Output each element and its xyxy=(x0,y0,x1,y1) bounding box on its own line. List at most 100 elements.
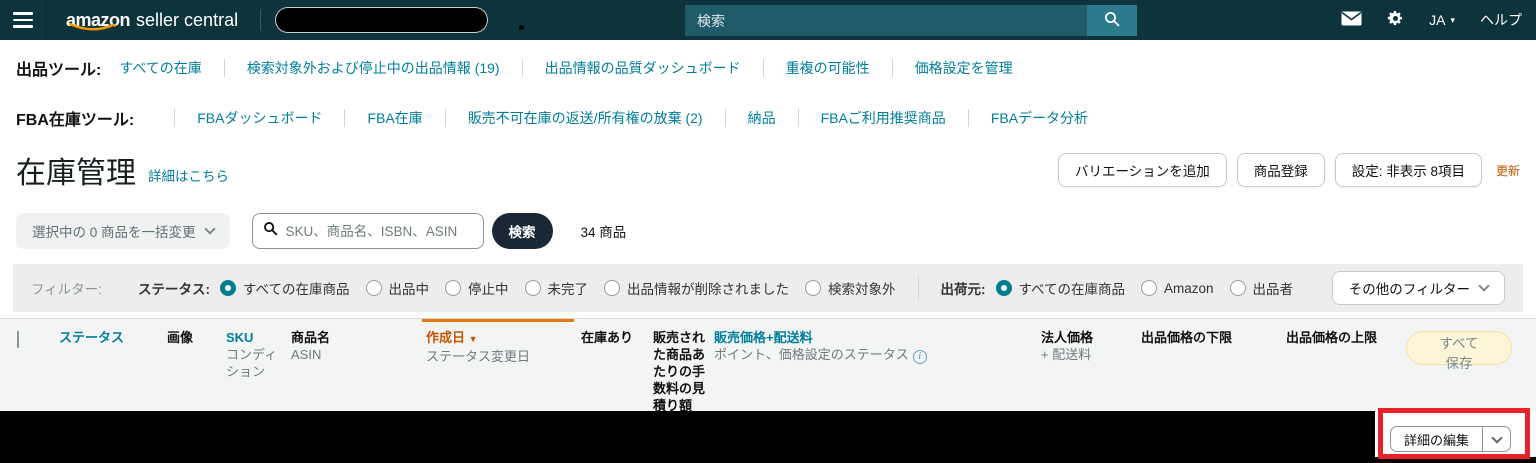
listing-tools-row: 出品ツール: すべての在庫 検索対象外および停止中の出品情報 (19) 出品情報… xyxy=(0,40,1536,95)
amazon-seller-central-logo[interactable]: amazon seller central xyxy=(66,10,238,31)
bulk-action-label: 選択中の 0 商品を一括変更 xyxy=(32,225,196,240)
inventory-search xyxy=(251,213,484,249)
column-price-shipping-label[interactable]: 販売価格+配送料 xyxy=(714,329,1033,346)
filter-bar: フィルター: ステータス: すべての在庫商品 出品中 停止中 未完了 出品情報が… xyxy=(13,264,1523,312)
hamburger-menu-icon[interactable] xyxy=(0,0,46,40)
bulk-action-dropdown[interactable]: 選択中の 0 商品を一括変更 xyxy=(16,213,230,249)
link-all-inventory[interactable]: すべての在庫 xyxy=(119,58,201,78)
radio-label: 未完了 xyxy=(547,282,589,297)
info-icon[interactable]: i xyxy=(912,350,927,364)
divider xyxy=(344,108,346,127)
radio-icon xyxy=(604,280,620,296)
column-sku-label[interactable]: SKU xyxy=(226,329,283,346)
fulfillment-radio-all[interactable]: すべての在庫商品 xyxy=(995,278,1126,298)
refresh-link[interactable]: 更新 xyxy=(1496,162,1520,179)
column-business-price: 法人価格 + 配送料 xyxy=(1039,319,1139,411)
column-date-created-label[interactable]: 作成日 xyxy=(426,330,465,345)
global-search-button[interactable] xyxy=(1087,5,1137,36)
add-product-button[interactable]: 商品登録 xyxy=(1236,153,1325,187)
settings-button[interactable] xyxy=(1387,10,1404,30)
divider xyxy=(891,58,893,77)
table-header-section: ステータス 画像 SKU コンディション 商品名 ASIN 作成日 ▼ ステータ… xyxy=(0,315,1536,413)
status-radio-all[interactable]: すべての在庫商品 xyxy=(219,278,350,298)
radio-label: すべての在庫商品 xyxy=(242,282,350,297)
link-fba-analytics[interactable]: FBAデータ分析 xyxy=(991,108,1088,128)
column-image-label: 画像 xyxy=(167,330,194,345)
column-business-price-sub: + 配送料 xyxy=(1041,347,1092,362)
page-header: 在庫管理 詳細はこちら バリエーションを追加 商品登録 設定: 非表示 8項目 … xyxy=(0,140,1536,200)
column-min-price-label: 出品価格の下限 xyxy=(1141,330,1233,345)
annotation-highlight-box: 詳細の編集 xyxy=(1378,408,1530,459)
edit-details-dropdown-button[interactable] xyxy=(1482,427,1510,451)
select-all-cell xyxy=(15,319,57,411)
link-fba-recommended[interactable]: FBAご利用推奨商品 xyxy=(821,108,946,128)
column-max-price: 出品価格の上限 xyxy=(1284,319,1406,411)
status-radio-incomplete[interactable]: 未完了 xyxy=(524,278,589,298)
column-min-price: 出品価格の下限 xyxy=(1139,319,1284,411)
save-all-button[interactable]: すべて保存 xyxy=(1406,331,1512,371)
column-product-name: 商品名 ASIN xyxy=(289,319,424,411)
learn-more-link[interactable]: 詳細はこちら xyxy=(148,165,229,185)
radio-label: 停止中 xyxy=(468,282,509,297)
divider xyxy=(724,108,726,127)
column-available: 在庫あり xyxy=(579,319,651,411)
fba-tools-row: FBA在庫ツール: FBAダッシュボード FBA在庫 販売不可在庫の返送/所有権… xyxy=(0,95,1536,140)
link-listing-quality-dashboard[interactable]: 出品情報の品質ダッシュボード xyxy=(545,58,741,78)
link-potential-duplicates[interactable]: 重複の可能性 xyxy=(786,58,870,78)
link-suppressed-inactive-listings[interactable]: 検索対象外および停止中の出品情報 (19) xyxy=(247,58,500,78)
link-fba-shipments[interactable]: 納品 xyxy=(748,108,776,128)
status-radio-inactive[interactable]: 停止中 xyxy=(445,278,509,298)
column-status-label[interactable]: ステータス xyxy=(59,329,159,346)
radio-icon xyxy=(445,280,461,296)
chevron-down-icon xyxy=(203,223,216,235)
radio-label: 出品者 xyxy=(1252,282,1294,297)
fulfillment-radio-amazon[interactable]: Amazon xyxy=(1141,280,1214,296)
messages-button[interactable] xyxy=(1341,11,1362,29)
radio-selected-icon xyxy=(995,280,1012,296)
global-search-input[interactable] xyxy=(685,5,1087,36)
redaction-mark xyxy=(519,25,524,30)
radio-icon xyxy=(805,280,821,296)
radio-label: Amazon xyxy=(1164,280,1214,296)
divider xyxy=(444,108,446,127)
preferences-button[interactable]: 設定: 非表示 8項目 xyxy=(1334,153,1482,187)
inventory-search-input[interactable] xyxy=(277,223,483,239)
search-icon xyxy=(1104,11,1120,30)
link-fba-dashboard[interactable]: FBAダッシュボード xyxy=(197,108,322,128)
divider xyxy=(762,58,764,77)
link-fba-removals[interactable]: 販売不可在庫の返送/所有権の放棄 (2) xyxy=(468,108,703,128)
redacted-table-body: 詳細の編集 xyxy=(0,408,1536,463)
link-fba-inventory[interactable]: FBA在庫 xyxy=(367,108,422,128)
filter-section: フィルター: ステータス: すべての在庫商品 出品中 停止中 未完了 出品情報が… xyxy=(0,262,1536,315)
status-radio-active[interactable]: 出品中 xyxy=(365,278,429,298)
radio-label: すべての在庫商品 xyxy=(1018,282,1126,297)
help-label: ヘルプ xyxy=(1480,12,1522,28)
inventory-search-button[interactable]: 検索 xyxy=(491,213,553,249)
page-actions: バリエーションを追加 商品登録 設定: 非表示 8項目 更新 xyxy=(1057,153,1520,187)
link-manage-pricing[interactable]: 価格設定を管理 xyxy=(915,58,1013,78)
top-navbar: amazon seller central 検索 JA ▾ ヘルプ xyxy=(0,0,1536,40)
column-estimated-fee-label: 販売された商品あたりの手数料の見積り額 xyxy=(653,330,706,413)
column-asin-sub: ASIN xyxy=(291,347,322,362)
column-price-sub-label: ポイント、価格設定のステータス xyxy=(714,347,909,362)
fulfillment-radio-merchant[interactable]: 出品者 xyxy=(1229,278,1294,298)
add-variation-button[interactable]: バリエーションを追加 xyxy=(1057,153,1227,187)
column-sku: SKU コンディション xyxy=(224,319,289,411)
select-all-checkbox[interactable] xyxy=(17,331,19,348)
more-filters-button[interactable]: その他のフィルター xyxy=(1331,271,1505,305)
table-header-row: ステータス 画像 SKU コンディション 商品名 ASIN 作成日 ▼ ステータ… xyxy=(0,318,1536,413)
envelope-icon xyxy=(1341,11,1362,29)
language-selector[interactable]: JA ▾ xyxy=(1429,12,1455,28)
status-radio-removed[interactable]: 出品情報が削除されました xyxy=(604,278,789,298)
account-selector-redacted[interactable] xyxy=(275,7,489,33)
chevron-down-icon: ▾ xyxy=(1450,14,1455,25)
chevron-down-icon xyxy=(1478,280,1490,292)
column-date-created: 作成日 ▼ ステータス変更日 xyxy=(422,319,579,411)
help-link[interactable]: ヘルプ xyxy=(1480,10,1522,30)
nav-divider xyxy=(260,9,262,31)
radio-label: 検索対象外 xyxy=(828,282,896,297)
gear-icon xyxy=(1387,10,1404,30)
divider xyxy=(917,275,919,301)
edit-details-button[interactable]: 詳細の編集 xyxy=(1391,427,1482,451)
status-radio-suppressed[interactable]: 検索対象外 xyxy=(805,278,896,298)
